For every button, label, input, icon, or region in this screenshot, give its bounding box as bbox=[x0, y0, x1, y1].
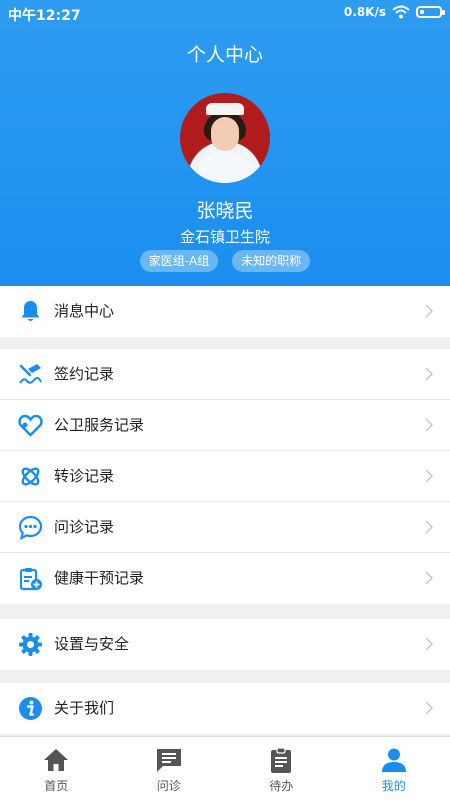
tab-label: 问诊 bbox=[156, 779, 181, 793]
info-icon bbox=[19, 697, 42, 720]
tab-consult[interactable]: 问诊 bbox=[113, 737, 226, 800]
clipboard-icon bbox=[271, 747, 292, 773]
menu-item-consult-records[interactable]: 问诊记录 bbox=[0, 502, 450, 553]
network-speed: 0.8K/s bbox=[343, 5, 386, 19]
home-icon bbox=[44, 749, 69, 771]
status-bar: 中午12:27 0.8K/s bbox=[0, 0, 450, 28]
menu-item-public-health-records[interactable]: 公卫服务记录 bbox=[0, 400, 450, 451]
referral-icon bbox=[21, 467, 40, 486]
menu-label: 签约记录 bbox=[54, 365, 115, 383]
menu-group-about: 关于我们 bbox=[0, 683, 450, 734]
tab-home[interactable]: 首页 bbox=[0, 737, 113, 800]
menu-item-settings[interactable]: 设置与安全 bbox=[0, 619, 450, 670]
menu-item-messages[interactable]: 消息中心 bbox=[0, 286, 450, 337]
menu-item-referral-records[interactable]: 转诊记录 bbox=[0, 451, 450, 502]
menu-label: 消息中心 bbox=[54, 302, 115, 320]
chevron-right-icon bbox=[425, 304, 434, 318]
menu-group-messages: 消息中心 bbox=[0, 286, 450, 337]
user-tags: 家医组-A组 未知的职称 bbox=[0, 250, 450, 272]
user-organization: 金石镇卫生院 bbox=[179, 228, 270, 246]
avatar[interactable] bbox=[180, 93, 270, 183]
chevron-right-icon bbox=[425, 418, 434, 432]
bottom-tab-bar: 首页 问诊 待办 我的 bbox=[0, 736, 450, 800]
title-tag: 未知的职称 bbox=[232, 250, 311, 272]
signature-icon bbox=[19, 364, 42, 384]
heart-icon bbox=[18, 414, 43, 437]
menu-label: 问诊记录 bbox=[54, 518, 115, 536]
menu-item-health-intervention-records[interactable]: 健康干预记录 bbox=[0, 553, 450, 604]
menu-label: 关于我们 bbox=[54, 699, 115, 717]
chevron-right-icon bbox=[425, 701, 434, 715]
chevron-right-icon bbox=[425, 367, 434, 381]
menu-label: 健康干预记录 bbox=[54, 569, 145, 587]
tab-mine[interactable]: 我的 bbox=[338, 737, 450, 800]
page-title: 个人中心 bbox=[186, 44, 263, 66]
chevron-right-icon bbox=[425, 637, 434, 651]
tab-label: 我的 bbox=[381, 779, 406, 793]
menu-group-settings: 设置与安全 bbox=[0, 619, 450, 670]
menu-label: 设置与安全 bbox=[54, 635, 130, 653]
chevron-right-icon bbox=[425, 571, 434, 585]
battery-icon bbox=[416, 6, 445, 18]
bell-icon bbox=[21, 301, 40, 321]
clipboard-plus-icon bbox=[19, 568, 42, 591]
profile-header: 中午12:27 0.8K/s 个人中心 张晓民 金石镇卫生院 家医组-A组 未知… bbox=[0, 0, 450, 292]
status-indicators: 0.8K/s bbox=[343, 5, 445, 19]
status-time: 中午12:27 bbox=[8, 8, 81, 24]
chevron-right-icon bbox=[425, 469, 434, 483]
menu-item-sign-records[interactable]: 签约记录 bbox=[0, 349, 450, 400]
menu-label: 转诊记录 bbox=[54, 467, 115, 485]
tab-todo[interactable]: 待办 bbox=[225, 737, 338, 800]
gear-icon bbox=[19, 633, 42, 656]
person-icon bbox=[381, 748, 406, 772]
tab-label: 待办 bbox=[269, 779, 294, 793]
chat-icon bbox=[18, 515, 43, 540]
tab-label: 首页 bbox=[44, 779, 69, 793]
menu-item-about[interactable]: 关于我们 bbox=[0, 683, 450, 734]
user-name: 张晓民 bbox=[196, 200, 254, 222]
chevron-right-icon bbox=[425, 520, 434, 534]
wifi-icon bbox=[392, 5, 410, 19]
menu-label: 公卫服务记录 bbox=[54, 416, 145, 434]
menu-group-records: 签约记录 公卫服务记录 转诊记录 问诊记录 健康干预记录 bbox=[0, 349, 450, 604]
message-icon bbox=[156, 749, 181, 772]
team-tag: 家医组-A组 bbox=[139, 250, 219, 272]
